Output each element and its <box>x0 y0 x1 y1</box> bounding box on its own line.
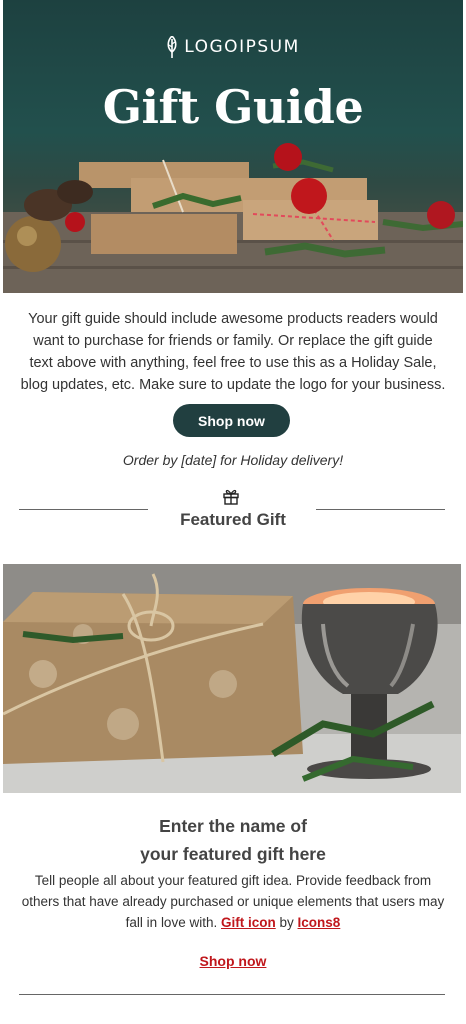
hero-banner: LOGOIPSUM Gift Guide <box>3 0 463 293</box>
featured-gift-description: Tell people all about your featured gift… <box>20 870 446 933</box>
featured-gift-title-line1: Enter the name of <box>159 816 307 836</box>
gift-icon <box>223 489 239 505</box>
intro-text: Your gift guide should include awesome p… <box>20 311 446 393</box>
featured-shop-now-link[interactable]: Shop now <box>200 953 267 969</box>
leaf-logo-icon <box>167 36 177 58</box>
gift-icon-credit-link[interactable]: Gift icon <box>221 915 276 930</box>
page-title: Gift Guide <box>102 80 364 134</box>
featured-section-title: Featured Gift <box>180 510 286 529</box>
icons8-credit-link[interactable]: Icons8 <box>298 915 341 930</box>
shop-now-button[interactable]: Shop now <box>173 404 290 437</box>
logo-text: LOGOIPSUM <box>184 37 300 57</box>
credit-by-text: by <box>279 915 294 930</box>
brand-logo[interactable]: LOGOIPSUM <box>3 36 463 58</box>
featured-shop-link-wrap: Shop now <box>0 953 466 971</box>
order-note: Order by [date] for Holiday delivery! <box>122 452 344 468</box>
featured-gift-title: Enter the name of your featured gift her… <box>0 812 466 868</box>
featured-gift-title-line2: your featured gift here <box>140 844 326 864</box>
footer-divider <box>19 994 445 995</box>
featured-gift-photo <box>3 564 461 793</box>
